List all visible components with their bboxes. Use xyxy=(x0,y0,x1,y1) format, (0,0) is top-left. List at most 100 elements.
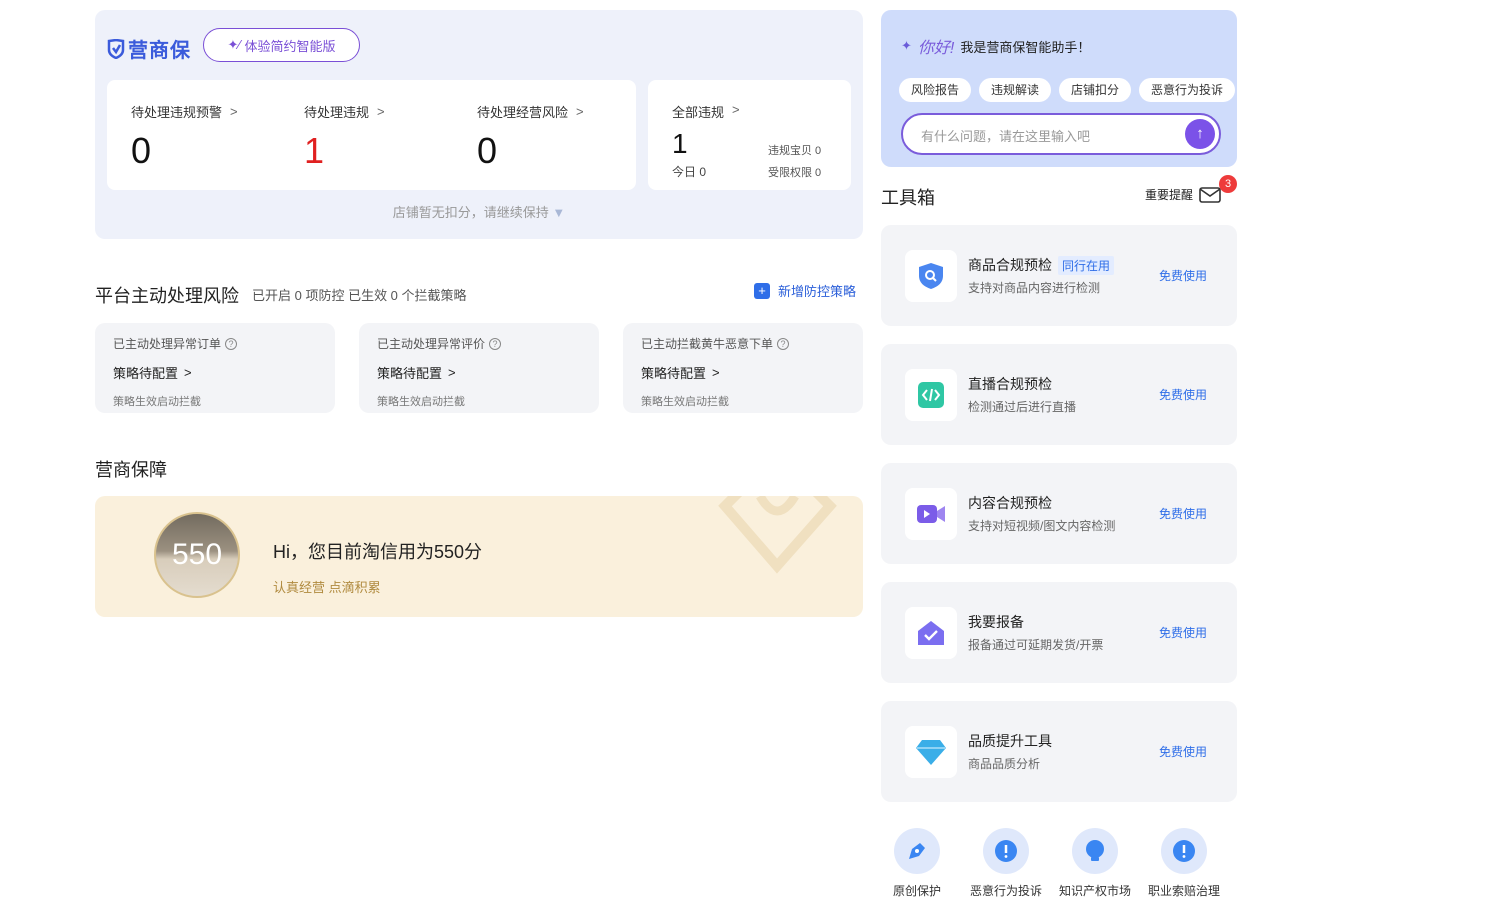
stat-pending-business-risk[interactable]: 待处理经营风险 > 0 xyxy=(477,102,584,171)
risk-card-reviews[interactable]: 已主动处理异常评价? 策略待配置 > 策略生效启动拦截 xyxy=(359,323,599,413)
today-count: 今日 0 xyxy=(672,165,707,179)
tool-use-button[interactable]: 免费使用 xyxy=(1159,743,1207,760)
code-icon xyxy=(905,369,957,421)
chevron-right-icon: > xyxy=(184,365,192,380)
guarantee-title: 营商保障 xyxy=(95,460,167,480)
stat-value: 0 xyxy=(131,130,152,171)
tool-desc: 支持对短视频/图文内容检测 xyxy=(968,519,1116,533)
quick-original-protection[interactable]: 原创保护 xyxy=(872,828,962,899)
tool-name: 我要报备 xyxy=(968,614,1024,630)
exclamation-chat-icon xyxy=(983,828,1029,874)
tool-name: 内容合规预检 xyxy=(968,495,1052,511)
plus-icon: + xyxy=(754,282,770,299)
send-arrow-icon[interactable]: ↑ xyxy=(1185,119,1215,149)
stat-pending-violation[interactable]: 待处理违规 > 1 xyxy=(304,102,385,171)
chevron-right-icon: > xyxy=(732,102,740,117)
mail-icon xyxy=(1199,186,1221,203)
stat-value: 0 xyxy=(477,130,498,171)
risk-card-note: 策略生效启动拦截 xyxy=(377,396,465,408)
chip-malicious-complaint[interactable]: 恶意行为投诉 xyxy=(1139,78,1235,102)
tool-tag: 同行在用 xyxy=(1058,255,1115,275)
risk-card-note: 策略生效启动拦截 xyxy=(641,396,729,408)
logo-text: 营商保 xyxy=(128,40,191,62)
tool-use-button[interactable]: 免费使用 xyxy=(1159,267,1207,284)
tool-use-button[interactable]: 免费使用 xyxy=(1159,505,1207,522)
help-icon: ? xyxy=(489,337,502,350)
diamond-icon xyxy=(905,726,957,778)
tool-desc: 报备通过可延期发货/开票 xyxy=(968,638,1104,652)
quick-claim-governance[interactable]: 职业索赔治理 xyxy=(1139,828,1229,899)
exclamation-chat-icon xyxy=(1161,828,1207,874)
risk-card-scalpers[interactable]: 已主动拦截黄牛恶意下单? 策略待配置 > 策略生效启动拦截 xyxy=(623,323,863,413)
stat-pending-warning[interactable]: 待处理违规预警 > 0 xyxy=(131,102,238,171)
risk-card-orders[interactable]: 已主动处理异常订单? 策略待配置 > 策略生效启动拦截 xyxy=(95,323,335,413)
chevron-right-icon: > xyxy=(576,104,584,119)
tool-filing[interactable]: 我要报备 报备通过可延期发货/开票 免费使用 xyxy=(881,582,1237,683)
all-violations-value: 1 xyxy=(672,128,688,159)
experience-button-label: 体验简约智能版 xyxy=(244,38,336,54)
chip-risk-report[interactable]: 风险报告 xyxy=(899,78,971,102)
important-notice[interactable]: 重要提醒 xyxy=(1145,186,1221,203)
pen-icon xyxy=(894,828,940,874)
lightbulb-icon xyxy=(1072,828,1118,874)
ai-assistant-panel: ✦ 你好! 我是营商保智能助手！ 风险报告 违规解读 店铺扣分 恶意行为投诉 有… xyxy=(881,10,1237,167)
assistant-intro: 我是营商保智能助手！ xyxy=(960,39,1091,55)
quick-ip-market[interactable]: 知识产权市场 xyxy=(1050,828,1140,899)
risk-card-status: 策略待配置 xyxy=(641,366,707,381)
all-violations-title: 全部违规 > xyxy=(672,102,740,120)
credit-greeting: Hi，您目前淘信用为550分 xyxy=(273,542,483,562)
brand-logo: 营商保 xyxy=(107,34,191,63)
tool-name: 直播合规预检 xyxy=(968,376,1052,392)
add-strategy-button[interactable]: + 新增防控策略 xyxy=(754,281,856,300)
quick-label: 原创保护 xyxy=(892,884,941,898)
tool-desc: 商品品质分析 xyxy=(968,757,1041,771)
quick-label: 知识产权市场 xyxy=(1058,884,1131,898)
sparkle-icon: ✦⁄ xyxy=(227,37,241,52)
tool-quality[interactable]: 品质提升工具 商品品质分析 免费使用 xyxy=(881,701,1237,802)
credit-score-badge: 550 xyxy=(154,512,240,598)
tool-desc: 检测通过后进行直播 xyxy=(968,400,1077,414)
tool-content-precheck[interactable]: 内容合规预检 支持对短视频/图文内容检测 免费使用 xyxy=(881,463,1237,564)
risk-card-title: 已主动处理异常评价 xyxy=(377,337,486,351)
chip-store-deduction[interactable]: 店铺扣分 xyxy=(1059,78,1131,102)
stat-label: 待处理经营风险 xyxy=(477,105,569,120)
tool-desc: 支持对商品内容进行检测 xyxy=(968,281,1101,295)
pending-stats-panel: 待处理违规预警 > 0 待处理违规 > 1 待处理经营风险 > 0 xyxy=(107,80,636,190)
stat-label: 待处理违规 xyxy=(304,105,370,120)
tool-name: 品质提升工具 xyxy=(968,733,1052,749)
assistant-hello: 你好! xyxy=(917,40,955,57)
quick-label: 恶意行为投诉 xyxy=(969,884,1042,898)
risk-card-status: 策略待配置 xyxy=(113,366,179,381)
chevron-right-icon: > xyxy=(448,365,456,380)
assistant-input-placeholder: 有什么问题，请在这里输入吧 xyxy=(921,129,1091,144)
tool-product-precheck[interactable]: 商品合规预检 同行在用 支持对商品内容进行检测 免费使用 xyxy=(881,225,1237,326)
credit-slogan: 认真经营 点滴积累 xyxy=(273,580,381,595)
risk-card-note: 策略生效启动拦截 xyxy=(113,396,201,408)
tool-use-button[interactable]: 免费使用 xyxy=(1159,624,1207,641)
all-violations-panel[interactable]: 全部违规 > 1 今日 0 违规宝贝 0 受限权限 0 xyxy=(648,80,851,190)
tool-use-button[interactable]: 免费使用 xyxy=(1159,386,1207,403)
deduction-note[interactable]: 店铺暂无扣分，请继续保持 ▼ xyxy=(95,202,863,221)
chevron-right-icon: > xyxy=(377,104,385,119)
toolbox-title: 工具箱 xyxy=(881,188,935,208)
chevron-right-icon: > xyxy=(712,365,720,380)
shield-search-icon xyxy=(905,250,957,302)
platform-risk-summary: 已开启 0 项防控 已生效 0 个拦截策略 xyxy=(252,288,467,303)
overview-card: 营商保 ✦⁄ 体验简约智能版 待处理违规预警 > 0 待处理违规 > 1 待处理经营… xyxy=(95,10,863,239)
chip-violation-explain[interactable]: 违规解读 xyxy=(979,78,1051,102)
stat-label: 待处理违规预警 xyxy=(131,105,223,120)
quick-malicious-complaint[interactable]: 恶意行为投诉 xyxy=(961,828,1051,899)
risk-card-status: 策略待配置 xyxy=(377,366,443,381)
sparkle-icon: ✦ xyxy=(901,38,912,53)
risk-card-title: 已主动拦截黄牛恶意下单 xyxy=(641,337,774,351)
caret-down-icon: ▼ xyxy=(552,205,566,220)
experience-simple-button[interactable]: ✦⁄ 体验简约智能版 xyxy=(203,28,360,62)
notice-count-badge: 3 xyxy=(1219,175,1237,193)
house-check-icon xyxy=(905,607,957,659)
tool-live-precheck[interactable]: 直播合规预检 检测通过后进行直播 免费使用 xyxy=(881,344,1237,445)
shield-logo-icon xyxy=(107,38,125,59)
notice-label: 重要提醒 xyxy=(1145,188,1194,202)
assistant-input[interactable]: 有什么问题，请在这里输入吧 ↑ xyxy=(901,113,1221,155)
tool-name: 商品合规预检 xyxy=(968,257,1052,273)
risk-card-title: 已主动处理异常订单 xyxy=(113,337,222,351)
